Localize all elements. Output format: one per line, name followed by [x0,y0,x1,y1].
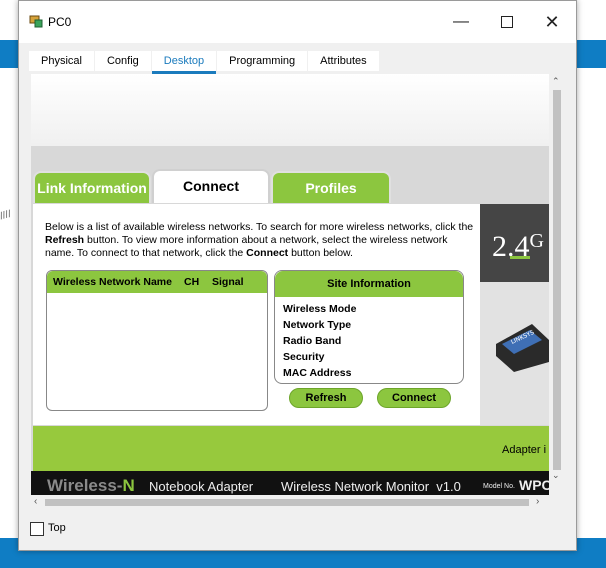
scroll-right-icon[interactable]: › [536,496,539,507]
footer-notebook-adapter: Notebook Adapter [149,479,254,494]
header-signal: Signal [212,276,244,288]
connect-button[interactable]: Connect [377,388,451,408]
footer-model-label: Model No. [483,483,515,490]
description-connect-word: Connect [246,247,289,259]
tab-profiles[interactable]: Profiles [271,171,391,203]
footer-brand-n: N [122,476,135,495]
desktop-viewport: Link Information Connect Profiles Below … [31,74,549,495]
header-channel: CH [184,276,200,288]
adapter-side-panel: 2.4G LINKSYS [480,204,549,425]
badge-underline [510,256,530,259]
footer-brand: Wireless-N [47,476,135,495]
scroll-down-icon[interactable]: ⌄ [552,470,560,481]
top-checkbox-label: Top [48,522,66,534]
window-title: PC0 [48,15,72,29]
minimize-button[interactable]: — [446,9,476,35]
vertical-scrollbar[interactable]: ⌃ ⌄ [549,74,564,480]
connect-content: Below is a list of available wireless ne… [33,204,480,425]
site-field-radio-band: Radio Band [283,335,342,347]
tab-programming[interactable]: Programming [217,51,308,71]
adapter-text: Adapter i [502,444,547,456]
site-field-wireless-mode: Wireless Mode [283,303,357,315]
tab-link-information[interactable]: Link Information [33,171,151,203]
wireless-network-list[interactable]: Wireless Network Name CH Signal [46,270,268,411]
description-text-1: Below is a list of available wireless ne… [45,221,474,233]
device-tabs: Physical Config Desktop Programming Attr… [29,51,380,74]
description-refresh-word: Refresh [45,234,85,246]
connect-description: Below is a list of available wireless ne… [45,221,475,260]
tab-config[interactable]: Config [94,51,151,71]
title-bar[interactable]: PC0 — ✕ [19,1,576,43]
app-header-area [31,74,549,146]
tab-connect[interactable]: Connect [152,169,270,203]
scroll-up-icon[interactable]: ⌃ [552,76,560,87]
pc-card-image: LINKSYS [496,324,549,372]
horizontal-scroll-thumb[interactable] [45,499,529,506]
adapter-banner: Adapter i [33,426,549,472]
tab-physical[interactable]: Physical [29,51,94,71]
footer-brand-prefix: Wireless- [47,476,123,495]
site-information-box: Site Information Wireless Mode Network T… [274,270,464,384]
site-field-security: Security [283,351,325,363]
site-field-network-type: Network Type [283,319,352,331]
band-badge-sup: G [529,230,544,252]
footer-monitor-title: Wireless Network Monitor v1.0 [281,479,461,494]
background-cable-mark: //// [0,208,13,223]
app-footer: Wireless-N Notebook Adapter Wireless Net… [31,471,549,495]
top-checkbox[interactable] [30,522,44,536]
tab-desktop[interactable]: Desktop [151,51,217,74]
band-badge-area: 2.4G [480,204,549,282]
maximize-button[interactable] [492,9,522,35]
footer-model-value: WPC [519,477,549,493]
site-information-title: Site Information [275,271,463,297]
vertical-scroll-thumb[interactable] [553,90,561,470]
pc-window: PC0 — ✕ Physical Config Desktop Programm… [18,0,577,551]
pc-app-icon [29,15,43,28]
close-button[interactable]: ✕ [537,9,567,35]
tab-attributes[interactable]: Attributes [308,51,379,71]
description-text-3: button below. [288,247,353,259]
site-field-mac-address: MAC Address [283,367,352,379]
network-list-header: Wireless Network Name CH Signal [47,271,267,293]
horizontal-scrollbar[interactable]: ‹ › [31,495,549,510]
wireless-app-panel: Link Information Connect Profiles Below … [31,146,549,495]
refresh-button[interactable]: Refresh [289,388,363,408]
scroll-left-icon[interactable]: ‹ [34,496,37,507]
header-network-name: Wireless Network Name [53,276,172,288]
